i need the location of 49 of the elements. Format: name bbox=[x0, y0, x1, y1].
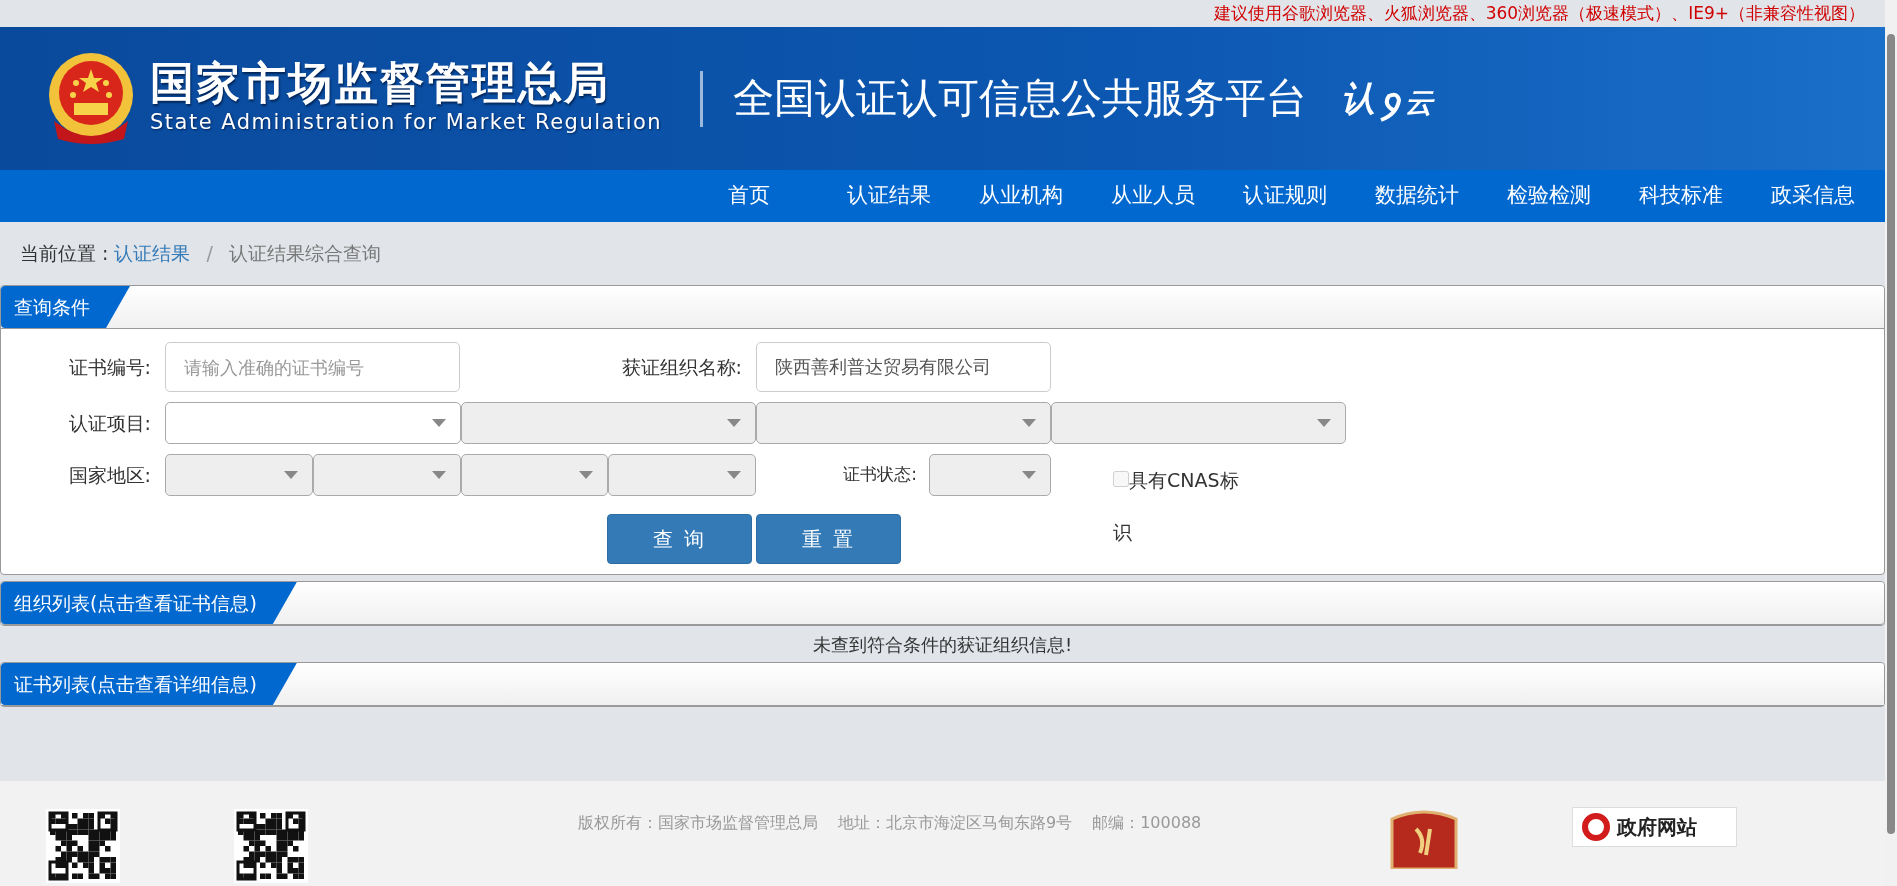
empty-message: 未查到符合条件的获证组织信息! bbox=[811, 633, 1074, 657]
caret-icon bbox=[579, 471, 594, 479]
platform-logo: 认 云 bbox=[1341, 73, 1434, 124]
gov-website-badge[interactable]: 政府网站 bbox=[1572, 807, 1738, 847]
nav-item[interactable]: 检验检测 bbox=[1483, 170, 1615, 222]
dropdown[interactable] bbox=[165, 402, 461, 444]
browser-notice: 建议使用谷歌浏览器、火狐浏览器、360浏览器（极速模式）、IE9+（非兼容性视图） bbox=[1212, 2, 1866, 25]
search-button[interactable]: 查 询 bbox=[607, 514, 752, 564]
caret-icon bbox=[727, 419, 741, 427]
caret-icon bbox=[431, 471, 446, 479]
caret-icon bbox=[1022, 419, 1036, 427]
agency-name: 国家市场监督管理总局 bbox=[150, 58, 611, 107]
field-label: 获证组织名称: bbox=[620, 354, 743, 380]
caret-icon bbox=[283, 471, 298, 479]
ring-icon bbox=[1581, 812, 1612, 842]
breadcrumb-label: 当前位置 : bbox=[20, 241, 109, 267]
caret-icon bbox=[1317, 419, 1331, 427]
postcode-text: 邮编：100088 bbox=[1092, 812, 1202, 834]
field-label: 认证项目: bbox=[67, 410, 152, 436]
address-text: 地址：北京市海淀区马甸东路9号 bbox=[838, 812, 1073, 834]
caret-icon bbox=[1022, 471, 1036, 479]
copyright-text: 版权所有：国家市场监督管理总局 bbox=[578, 812, 818, 834]
field-label: 国家地区: bbox=[67, 462, 152, 488]
field-label: 证书状态: bbox=[843, 463, 917, 487]
nav-item[interactable]: 数据统计 bbox=[1351, 170, 1483, 222]
nav-item[interactable]: 从业人员 bbox=[1087, 170, 1219, 222]
reset-button[interactable]: 重 置 bbox=[756, 514, 901, 564]
emblem-icon bbox=[46, 50, 136, 147]
nav-item[interactable]: 首页 bbox=[675, 170, 823, 222]
nav-item[interactable]: 政采信息 bbox=[1747, 170, 1879, 222]
field-label: 证书编号: bbox=[67, 354, 152, 380]
caret-icon bbox=[727, 471, 741, 479]
platform-title: 全国认证认可信息公共服务平台 bbox=[733, 72, 1308, 124]
caret-icon bbox=[432, 419, 446, 427]
nav-item[interactable]: 认证规则 bbox=[1219, 170, 1351, 222]
cert-number-field[interactable]: 请输入准确的证书编号 bbox=[165, 342, 460, 392]
panel-title: 查询条件 bbox=[1, 286, 130, 328]
swirl-icon bbox=[1377, 90, 1404, 124]
nav-item[interactable]: 从业机构 bbox=[955, 170, 1087, 222]
org-name-field[interactable]: 陕西善利普达贸易有限公司 bbox=[756, 342, 1051, 392]
breadcrumb-current: 认证结果综合查询 bbox=[228, 241, 381, 267]
breadcrumb-separator: / bbox=[205, 241, 214, 267]
scrollbar[interactable] bbox=[1885, 0, 1897, 886]
nav-item[interactable]: 科技标准 bbox=[1615, 170, 1747, 222]
agency-name-english: State Administration for Market Regulation bbox=[150, 108, 663, 136]
breadcrumb-link[interactable]: 认证结果 bbox=[114, 239, 191, 268]
nav-item[interactable]: 认证结果 bbox=[823, 170, 955, 222]
panel-title: 证书列表(点击查看详细信息) bbox=[1, 663, 297, 705]
panel-title: 组织列表(点击查看证书信息) bbox=[1, 582, 297, 624]
